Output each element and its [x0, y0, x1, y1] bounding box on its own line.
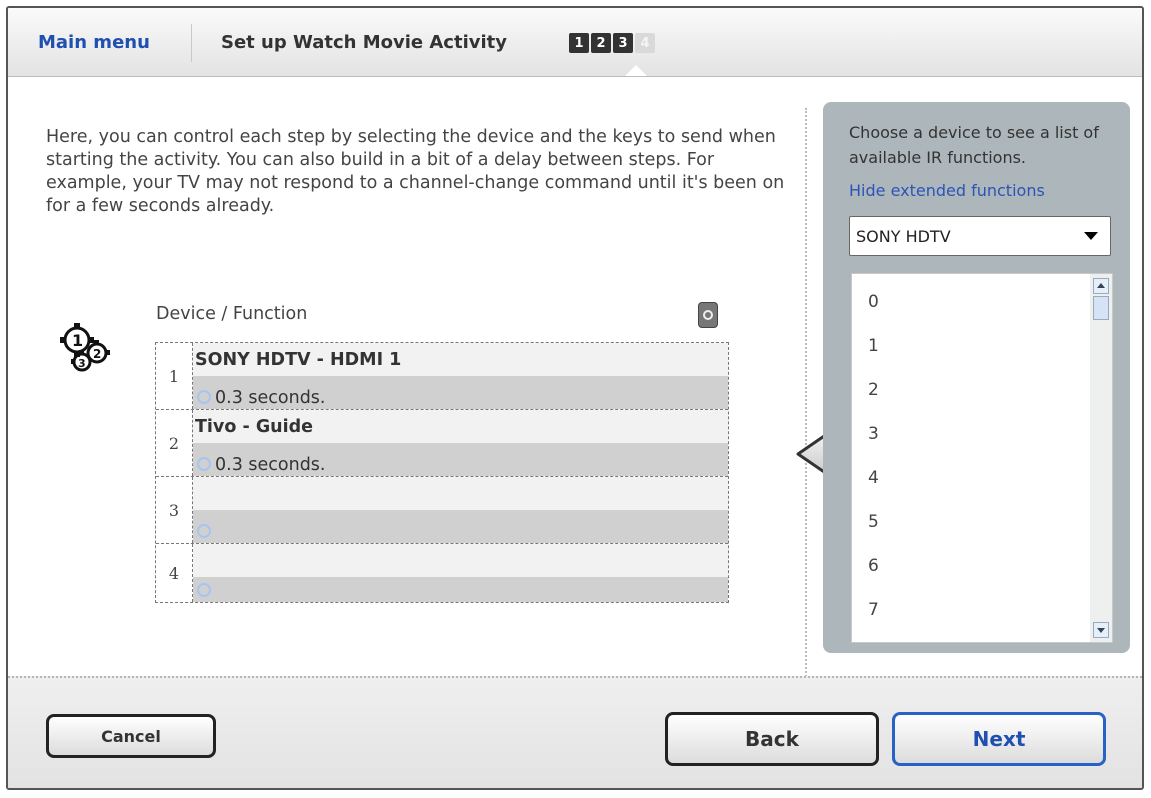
- row-delay[interactable]: [193, 577, 728, 602]
- page-title: Set up Watch Movie Activity: [221, 32, 507, 53]
- row-body: Tivo - Guide 0.3 seconds.: [193, 410, 728, 476]
- row-delay[interactable]: 0.3 seconds.: [193, 376, 728, 409]
- svg-text:3: 3: [78, 357, 86, 370]
- device-function-label: Device / Function: [156, 304, 308, 324]
- device-select[interactable]: SONY HDTV: [849, 216, 1111, 256]
- header-bar: Main menu Set up Watch Movie Activity 1 …: [8, 8, 1142, 77]
- back-button[interactable]: Back: [665, 712, 879, 766]
- device-panel: Choose a device to see a list of availab…: [823, 102, 1130, 653]
- svg-text:2: 2: [93, 347, 101, 361]
- row-number: 4: [156, 544, 193, 602]
- timer-icon: [197, 583, 211, 597]
- step-pointer: [625, 65, 647, 76]
- row-number: 3: [156, 477, 193, 543]
- device-panel-info: Choose a device to see a list of availab…: [849, 123, 1099, 167]
- row-number: 2: [156, 410, 193, 476]
- delay-value: 0.3 seconds.: [215, 455, 326, 475]
- row-delay[interactable]: 0.3 seconds.: [193, 443, 728, 476]
- sequence-table: 1 SONY HDTV - HDMI 1 0.3 seconds. 2 Tivo…: [155, 342, 729, 603]
- list-item[interactable]: 7: [868, 600, 879, 620]
- row-body: SONY HDTV - HDMI 1 0.3 seconds.: [193, 343, 728, 409]
- list-item[interactable]: 2: [868, 380, 879, 400]
- step-1-badge: 1: [569, 33, 589, 53]
- list-item[interactable]: 6: [868, 556, 879, 576]
- footer-divider: [8, 676, 1142, 678]
- row-function[interactable]: SONY HDTV - HDMI 1: [193, 343, 728, 376]
- ir-function-list: 0 1 2 3 4 5 6 7: [851, 273, 1113, 643]
- list-item[interactable]: 3: [868, 424, 879, 444]
- step-4-badge: 4: [635, 33, 655, 53]
- timer-icon: [197, 457, 211, 471]
- next-button[interactable]: Next: [892, 712, 1106, 766]
- sequence-row[interactable]: 3: [156, 477, 728, 544]
- step-3-badge: 3: [613, 33, 633, 53]
- row-body: [193, 477, 728, 543]
- scroll-thumb[interactable]: [1093, 296, 1109, 320]
- wizard-window: Main menu Set up Watch Movie Activity 1 …: [6, 6, 1144, 790]
- list-item[interactable]: 1: [868, 336, 879, 356]
- row-delay[interactable]: [193, 510, 728, 543]
- instructions-text: Here, you can control each step by selec…: [46, 127, 785, 216]
- scroll-down-icon[interactable]: [1093, 622, 1109, 638]
- svg-text:1: 1: [72, 331, 83, 350]
- header-separator: [191, 24, 192, 62]
- row-function[interactable]: [193, 477, 728, 510]
- scroll-up-icon[interactable]: [1093, 278, 1109, 294]
- row-number: 1: [156, 343, 193, 409]
- delay-value: 0.3 seconds.: [215, 388, 326, 408]
- delay-timer-button[interactable]: [698, 302, 718, 328]
- row-function[interactable]: Tivo - Guide: [193, 410, 728, 443]
- step-indicator: 1 2 3 4: [569, 33, 655, 53]
- sequence-row[interactable]: 2 Tivo - Guide 0.3 seconds.: [156, 410, 728, 477]
- sequence-row[interactable]: 4: [156, 544, 728, 602]
- row-body: [193, 544, 728, 602]
- step-2-badge: 2: [591, 33, 611, 53]
- hide-extended-functions-link[interactable]: Hide extended functions: [849, 181, 1045, 200]
- device-select-value: SONY HDTV: [856, 226, 951, 246]
- panel-divider: [805, 108, 807, 680]
- row-function[interactable]: [193, 544, 728, 577]
- cancel-button[interactable]: Cancel: [46, 714, 216, 758]
- chevron-down-icon: [1084, 232, 1098, 240]
- sequence-gears-icon: 1 2 3: [60, 323, 110, 372]
- list-scrollbar[interactable]: [1090, 274, 1112, 642]
- list-item[interactable]: 4: [868, 468, 879, 488]
- list-item[interactable]: 5: [868, 512, 879, 532]
- main-menu-link[interactable]: Main menu: [38, 32, 150, 53]
- timer-icon: [197, 390, 211, 404]
- sequence-row[interactable]: 1 SONY HDTV - HDMI 1 0.3 seconds.: [156, 343, 728, 410]
- list-item[interactable]: 0: [868, 292, 879, 312]
- timer-icon: [197, 524, 211, 538]
